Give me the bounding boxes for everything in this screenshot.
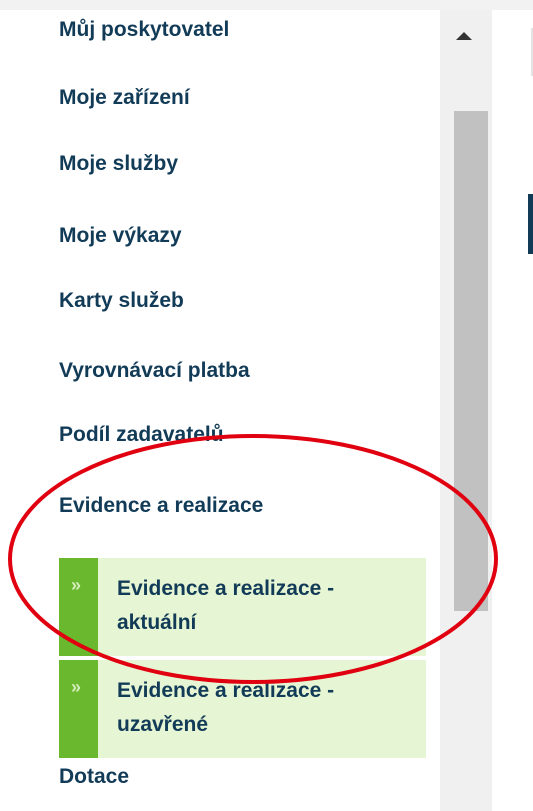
- sidebar-scrollbar[interactable]: [440, 10, 492, 811]
- sidebar-menu: Můj poskytovatel Moje zařízení Moje služ…: [0, 10, 440, 811]
- sidebar-item-moje-zarizeni[interactable]: Moje zařízení: [59, 86, 190, 110]
- top-strip: [0, 0, 533, 10]
- sidebar-item-moje-vykazy[interactable]: Moje výkazy: [59, 224, 182, 248]
- content-accent-bar: [528, 194, 533, 254]
- sidebar-item-evidence-a-realizace[interactable]: Evidence a realizace: [59, 494, 263, 518]
- scrollbar-thumb[interactable]: [454, 111, 488, 611]
- sidebar-item-karty-sluzeb[interactable]: Karty služeb: [59, 289, 184, 313]
- sidebar-item-muj-poskytovatel[interactable]: Můj poskytovatel: [59, 18, 229, 42]
- submenu-item-label: Evidence a realizace - aktuální: [117, 577, 335, 634]
- chevron-double-right-icon: »: [71, 677, 82, 697]
- main-content-edge: [492, 10, 533, 811]
- submenu-item-label: Evidence a realizace - uzavřené: [117, 679, 335, 736]
- submenu-item-evidence-uzavrene[interactable]: » Evidence a realizace - uzavřené: [59, 660, 426, 758]
- sidebar-item-dotace[interactable]: Dotace: [59, 765, 129, 789]
- sidebar-item-podil-zadavatelu[interactable]: Podíl zadavatelů: [59, 423, 224, 447]
- app-window: Můj poskytovatel Moje zařízení Moje služ…: [0, 0, 533, 811]
- submenu-item-bar: »: [59, 660, 98, 758]
- submenu-item-bar: »: [59, 558, 98, 656]
- chevron-double-right-icon: »: [71, 575, 82, 595]
- sidebar-item-vyrovnavaci-platba[interactable]: Vyrovnávací platba: [59, 359, 250, 383]
- sidebar-item-moje-sluzby[interactable]: Moje služby: [59, 152, 178, 176]
- scroll-up-arrow-icon[interactable]: [456, 32, 472, 40]
- submenu-item-evidence-aktualni[interactable]: » Evidence a realizace - aktuální: [59, 558, 426, 656]
